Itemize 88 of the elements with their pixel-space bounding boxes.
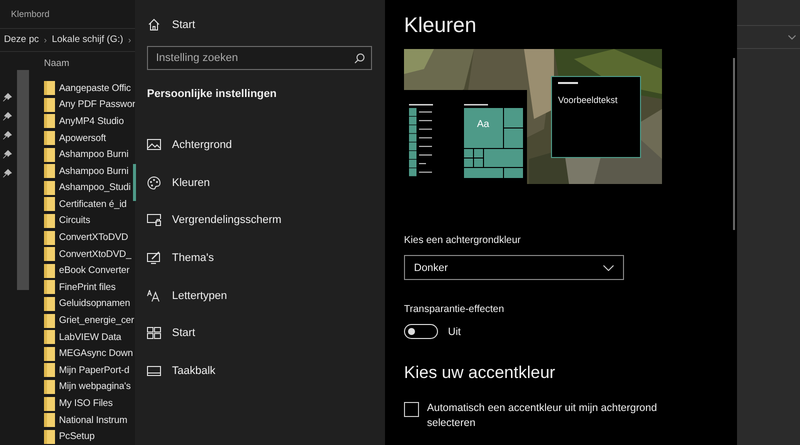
start-tiles-icon xyxy=(147,327,161,340)
picture-icon xyxy=(147,138,161,151)
file-name[interactable]: My ISO Files xyxy=(59,398,113,410)
file-name[interactable]: Certificaten é_id xyxy=(59,198,127,210)
folder-icon xyxy=(44,214,55,228)
nav-item[interactable]: Taakbalk xyxy=(133,352,372,390)
pin-icon xyxy=(3,92,12,102)
folder-icon xyxy=(44,330,55,344)
checkbox[interactable] xyxy=(404,402,419,417)
breadcrumb-separator: › xyxy=(128,34,132,45)
breadcrumb-item[interactable]: Lokale schijf (G:) xyxy=(52,34,124,46)
folder-icon xyxy=(44,197,55,212)
home-link[interactable]: Start xyxy=(147,18,196,31)
file-name[interactable]: AnyMP4 Studio xyxy=(59,116,124,127)
folder-icon xyxy=(44,346,55,361)
brush-monitor-icon xyxy=(147,251,161,264)
chevron-down-icon[interactable] xyxy=(788,34,796,40)
file-name[interactable]: Ashampoo_Studi xyxy=(59,182,131,194)
ribbon-group-label: Klembord xyxy=(11,8,50,19)
folder-icon xyxy=(44,247,55,262)
folder-icon xyxy=(44,164,55,178)
search-icon xyxy=(354,52,365,64)
tile-label: Aa xyxy=(477,119,490,130)
file-name[interactable]: Mijn webpagina's xyxy=(59,381,131,392)
page-title: Kleuren xyxy=(404,14,476,38)
toggle-state: Uit xyxy=(448,326,461,338)
folder-icon xyxy=(44,380,55,394)
checkbox-label: Automatisch een accentkleur uit mijn achtergrond selecteren xyxy=(427,401,658,431)
scrollbar[interactable] xyxy=(733,58,734,230)
file-name[interactable]: Ashampoo Burni xyxy=(59,149,129,160)
folder-icon xyxy=(44,230,55,245)
file-name[interactable]: Ashampoo Burni xyxy=(59,166,129,177)
folder-icon xyxy=(44,413,55,428)
nav-item[interactable]: Achtergrond xyxy=(133,126,372,164)
folder-icon xyxy=(44,264,55,278)
file-name[interactable]: ConvertXtoDVD_ xyxy=(59,248,132,260)
fonts-icon xyxy=(147,290,161,302)
file-name[interactable]: National Instrum xyxy=(59,414,128,426)
folder-icon xyxy=(44,430,55,444)
file-name[interactable]: Griet_energie_cer xyxy=(59,315,134,326)
palette-icon xyxy=(147,176,161,190)
folder-icon xyxy=(44,396,55,411)
folder-icon xyxy=(44,280,55,294)
folder-icon xyxy=(44,131,55,146)
nav-item[interactable]: Lettertypen xyxy=(133,276,372,314)
background-color-dropdown[interactable]: Donker xyxy=(404,255,624,280)
file-name[interactable]: PcSetup xyxy=(59,431,95,442)
folder-icon xyxy=(44,148,55,162)
file-name[interactable]: Any PDF Passwor xyxy=(59,99,135,110)
folder-icon xyxy=(44,98,55,112)
taskbar-icon xyxy=(147,366,161,376)
section-heading: Kies uw accentkleur xyxy=(404,363,556,383)
home-icon xyxy=(147,18,161,31)
nav-item[interactable]: Thema's xyxy=(133,239,372,277)
folder-icon xyxy=(44,180,55,195)
folder-icon xyxy=(44,314,55,328)
chevron-down-icon xyxy=(603,264,614,270)
file-name[interactable]: Circuits xyxy=(59,215,90,226)
breadcrumb-separator: › xyxy=(44,34,47,45)
folder-icon xyxy=(44,296,55,311)
file-name[interactable]: Aangepaste Offic xyxy=(59,82,131,94)
pin-icon xyxy=(3,150,12,159)
setting-label: Transparantie-effecten xyxy=(404,304,504,315)
file-name[interactable]: MEGAsync Down xyxy=(59,348,133,360)
nav-item[interactable]: Kleuren xyxy=(133,164,372,202)
file-name[interactable]: Apowersoft xyxy=(59,132,106,144)
folder-icon xyxy=(44,81,55,96)
search-field[interactable]: Instelling zoeken xyxy=(147,46,372,70)
breadcrumb-item[interactable]: Deze pc xyxy=(4,34,39,46)
nav-item[interactable]: Start xyxy=(133,314,372,352)
folder-icon xyxy=(44,363,55,378)
file-name[interactable]: ConvertXToDVD xyxy=(59,232,128,244)
column-header[interactable]: Naam xyxy=(44,58,70,69)
file-name[interactable]: eBook Converter xyxy=(59,265,130,276)
pin-icon xyxy=(3,168,12,178)
file-name[interactable]: Geluidsopnamen xyxy=(59,298,130,310)
file-name[interactable]: LabVIEW Data xyxy=(59,332,122,343)
section-heading: Persoonlijke instellingen xyxy=(147,88,277,100)
nav-item[interactable]: Vergrendelingsscherm xyxy=(133,201,372,240)
folder-icon xyxy=(44,114,55,128)
toggle-switch[interactable] xyxy=(404,324,438,339)
lock-screen-icon xyxy=(147,214,161,226)
file-name[interactable]: FinePrint files xyxy=(59,282,116,293)
pin-icon xyxy=(3,112,12,121)
pin-icon xyxy=(3,130,12,140)
file-name[interactable]: Mijn PaperPort-d xyxy=(59,364,130,376)
sample-text: Voorbeeldtekst xyxy=(558,94,618,104)
field-label: Kies een achtergrondkleur xyxy=(404,235,521,246)
